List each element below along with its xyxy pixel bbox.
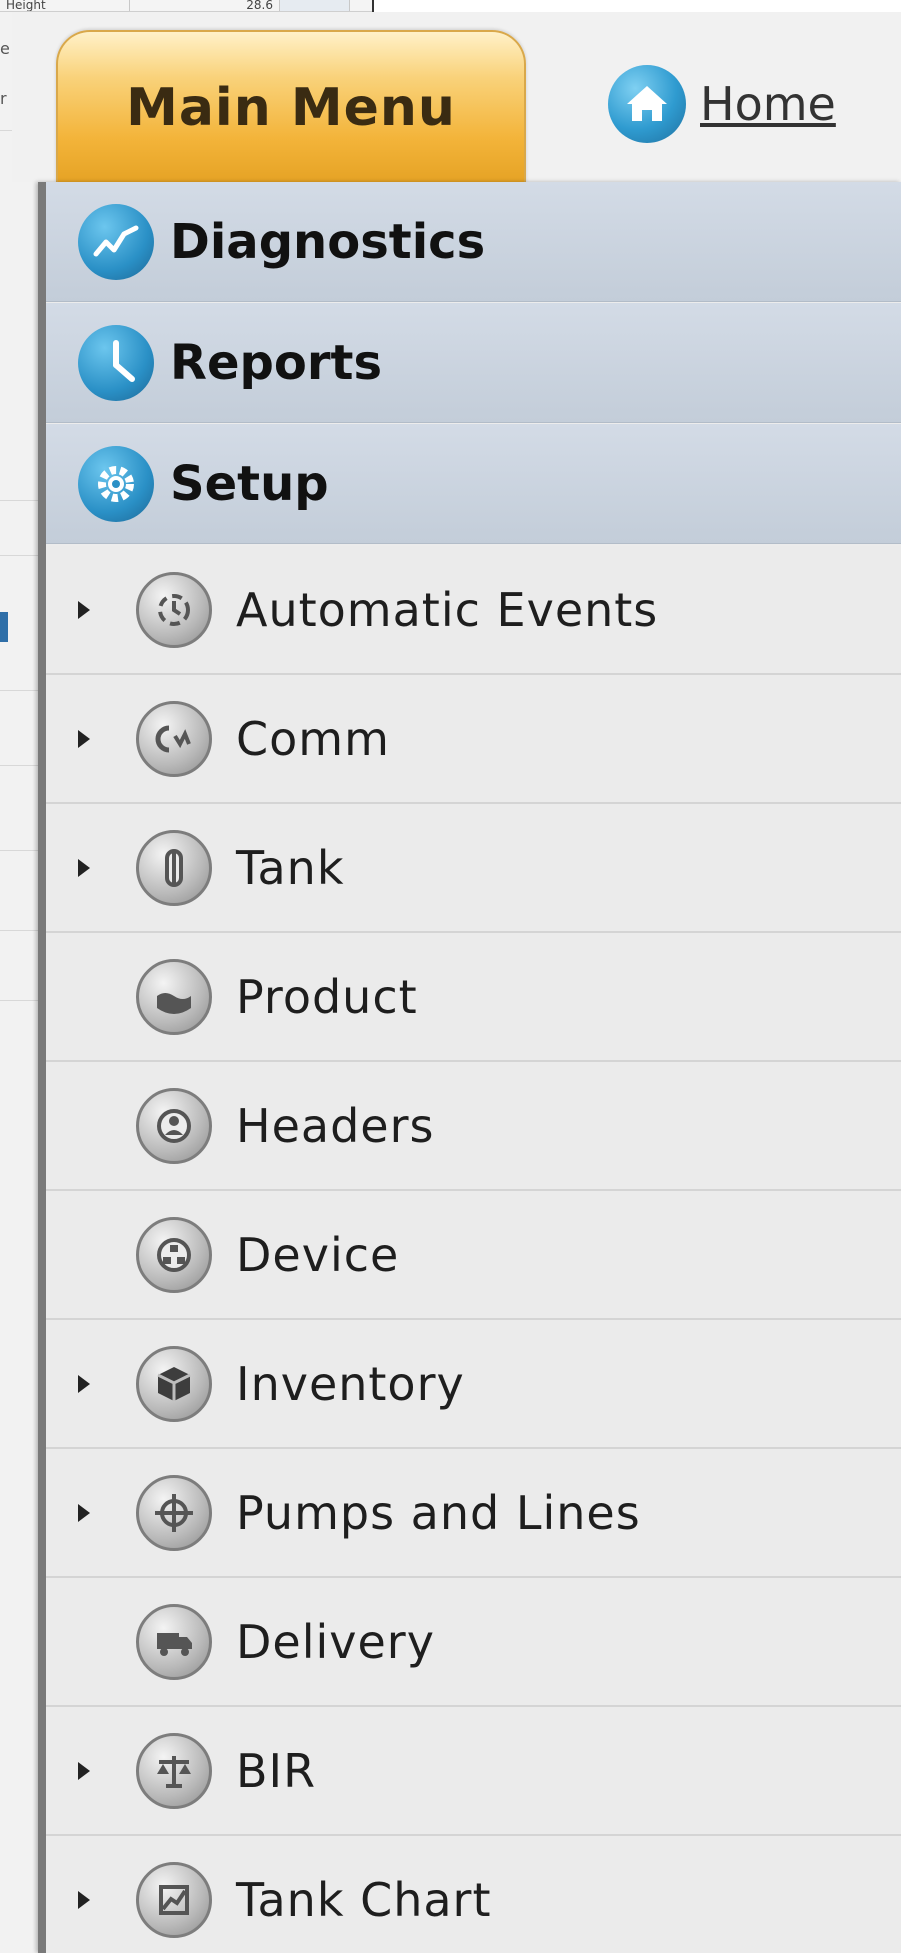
headers-icon [136, 1087, 212, 1164]
menu-item-diagnostics[interactable]: Diagnostics [46, 182, 901, 302]
product-icon [136, 958, 212, 1035]
submenu-item-inventory[interactable]: Inventory [46, 1320, 901, 1449]
top-menu-section: Diagnostics Reports Setup [46, 182, 901, 546]
gear-icon [78, 445, 154, 522]
menu-item-label: Diagnostics [170, 213, 486, 270]
submenu-item-label: Headers [236, 1098, 435, 1153]
submenu-item-pumps-and-lines[interactable]: Pumps and Lines [46, 1449, 901, 1578]
expand-arrow-icon[interactable] [78, 1374, 90, 1393]
main-menu-label: Main Menu [126, 78, 456, 138]
submenu-item-label: Comm [236, 711, 390, 766]
submenu-item-automatic-events[interactable]: Automatic Events [46, 546, 901, 675]
background-cell: Height [0, 0, 130, 11]
tank-chart-icon [136, 1861, 212, 1938]
submenu-item-label: Pumps and Lines [236, 1485, 641, 1540]
expand-arrow-icon[interactable] [78, 1761, 90, 1780]
main-menu-panel: Diagnostics Reports Setup Automatic Even… [38, 182, 901, 1953]
background-text: e [0, 39, 10, 58]
expand-arrow-icon[interactable] [78, 858, 90, 877]
diagnostics-icon [78, 203, 154, 280]
delivery-icon [136, 1603, 212, 1680]
submenu-item-label: Automatic Events [236, 582, 659, 637]
submenu-item-tank-chart[interactable]: Tank Chart [46, 1836, 901, 1953]
home-label: Home [700, 77, 836, 131]
automatic-events-icon [136, 571, 212, 648]
bir-icon [136, 1732, 212, 1809]
expand-arrow-icon[interactable] [78, 1890, 90, 1909]
menu-item-setup[interactable]: Setup [46, 424, 901, 544]
submenu-item-headers[interactable]: Headers [46, 1062, 901, 1191]
submenu-item-tank[interactable]: Tank [46, 804, 901, 933]
menu-item-label: Setup [170, 455, 329, 512]
comm-icon [136, 700, 212, 777]
main-menu-tab[interactable]: Main Menu [56, 30, 526, 184]
submenu-item-label: Delivery [236, 1614, 435, 1669]
tank-icon [136, 829, 212, 906]
home-link[interactable]: Home [608, 64, 836, 144]
background-cell: 28.6 [130, 0, 280, 11]
submenu-item-label: Tank Chart [236, 1872, 492, 1927]
expand-arrow-icon[interactable] [78, 729, 90, 748]
inventory-icon [136, 1345, 212, 1422]
submenu-item-label: Tank [236, 840, 345, 895]
submenu-item-label: Device [236, 1227, 400, 1282]
expand-arrow-icon[interactable] [78, 600, 90, 619]
background-window-header: Height 28.6 [0, 0, 372, 12]
home-icon [608, 65, 686, 143]
clock-icon [78, 324, 154, 401]
submenu-item-delivery[interactable]: Delivery [46, 1578, 901, 1707]
submenu-item-device[interactable]: Device [46, 1191, 901, 1320]
device-icon [136, 1216, 212, 1293]
submenu-item-bir[interactable]: BIR [46, 1707, 901, 1836]
submenu-item-product[interactable]: Product [46, 933, 901, 1062]
background-text: r [0, 89, 7, 108]
submenu-item-label: Inventory [236, 1356, 465, 1411]
submenu-item-label: Product [236, 969, 418, 1024]
submenu-item-comm[interactable]: Comm [46, 675, 901, 804]
submenu-item-label: BIR [236, 1743, 317, 1798]
menu-item-label: Reports [170, 334, 383, 391]
background-divider [372, 0, 374, 12]
menu-item-reports[interactable]: Reports [46, 303, 901, 423]
pumps-and-lines-icon [136, 1474, 212, 1551]
expand-arrow-icon[interactable] [78, 1503, 90, 1522]
